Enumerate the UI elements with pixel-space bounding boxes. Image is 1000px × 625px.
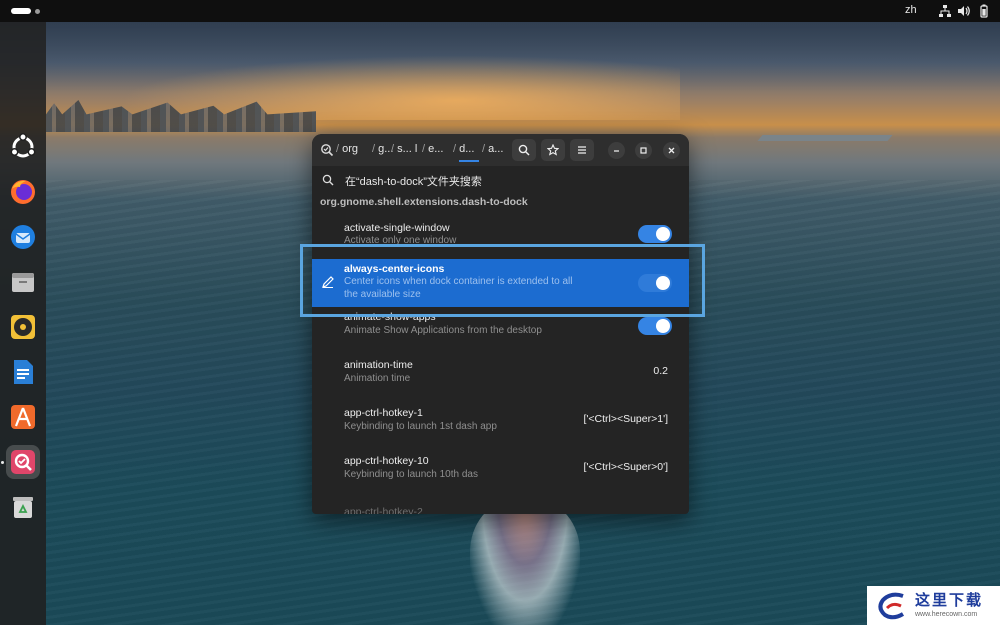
star-icon bbox=[547, 144, 559, 156]
dconf-path-icon bbox=[321, 144, 334, 157]
search-bar[interactable]: 在“dash-to-dock”文件夹搜索 bbox=[312, 166, 689, 194]
toggle-knob bbox=[656, 227, 670, 241]
search-field-icon bbox=[322, 174, 334, 186]
watermark-url: www.herecown.com bbox=[915, 611, 978, 618]
dock-item-app-center[interactable] bbox=[6, 400, 40, 434]
breadcrumb-dash-to-dock[interactable]: / d... bbox=[453, 143, 474, 155]
volume-icon[interactable] bbox=[957, 4, 971, 18]
dock-item-thunderbird[interactable] bbox=[6, 220, 40, 254]
search-button[interactable] bbox=[512, 139, 536, 161]
toggle-switch[interactable] bbox=[638, 274, 672, 292]
minimize-button[interactable] bbox=[608, 142, 625, 159]
bookmarks-button[interactable] bbox=[541, 139, 565, 161]
search-input[interactable]: 在“dash-to-dock”文件夹搜索 bbox=[345, 173, 482, 189]
minimize-icon bbox=[614, 150, 619, 152]
dock bbox=[0, 22, 46, 625]
search-icon bbox=[518, 144, 530, 156]
key-description: Animation time bbox=[344, 373, 411, 384]
header-bar: / org / g... / s... l / e... / d... / a.… bbox=[312, 134, 689, 166]
dconf-editor-window: / org / g... / s... l / e... / d... / a.… bbox=[312, 134, 689, 514]
dock-item-dconf-editor[interactable] bbox=[6, 445, 40, 479]
wallpaper-ship-wake bbox=[470, 500, 580, 625]
hamburger-menu-icon bbox=[578, 146, 586, 154]
key-description: Activate only one window bbox=[344, 235, 457, 246]
files-icon bbox=[12, 273, 34, 292]
wallpaper-pier bbox=[757, 135, 893, 141]
dock-item-trash[interactable] bbox=[6, 490, 40, 524]
key-description: Animate Show Applications from the deskt… bbox=[344, 325, 542, 336]
top-bar: zh bbox=[0, 0, 1000, 22]
libreoffice-writer-icon bbox=[14, 360, 33, 384]
breadcrumb-extensions[interactable]: / e... bbox=[422, 143, 443, 155]
list-item[interactable]: animation-time Animation time 0.2 bbox=[312, 354, 689, 402]
breadcrumb-key[interactable]: / a... bbox=[482, 143, 503, 155]
workspace-indicator-active[interactable] bbox=[11, 8, 31, 14]
list-item[interactable]: activate-single-window Activate only one… bbox=[312, 212, 689, 260]
close-icon bbox=[668, 147, 675, 154]
list-item-selected[interactable]: always-center-icons Center icons when do… bbox=[312, 259, 689, 307]
trash-icon bbox=[13, 497, 33, 518]
toggle-switch[interactable] bbox=[638, 317, 672, 335]
key-name: app-ctrl-hotkey-10 bbox=[344, 455, 429, 467]
toggle-knob bbox=[656, 319, 670, 333]
list-item[interactable]: animate-show-apps Animate Show Applicati… bbox=[312, 306, 689, 354]
key-value: ['<Ctrl><Super>1'] bbox=[583, 413, 668, 425]
key-description: Keybinding to launch 1st dash app bbox=[344, 421, 497, 432]
key-name: app-ctrl-hotkey-1 bbox=[344, 407, 423, 419]
key-value: ['<Ctrl><Super>0'] bbox=[583, 461, 668, 473]
dock-item-files[interactable] bbox=[6, 265, 40, 299]
battery-icon[interactable] bbox=[977, 4, 991, 18]
show-apps-ubuntu-button[interactable] bbox=[6, 130, 40, 164]
list-item[interactable]: app-ctrl-hotkey-1 Keybinding to launch 1… bbox=[312, 402, 689, 450]
maximize-icon bbox=[640, 147, 647, 154]
network-icon[interactable] bbox=[938, 4, 952, 18]
toggle-knob bbox=[656, 276, 670, 290]
toggle-switch[interactable] bbox=[638, 225, 672, 243]
firefox-icon bbox=[11, 180, 35, 204]
watermark-logo-icon bbox=[878, 592, 905, 620]
workspace-indicator[interactable] bbox=[35, 9, 40, 14]
dconf-editor-icon bbox=[11, 450, 35, 474]
rhythmbox-icon bbox=[11, 315, 35, 339]
watermark-text: 这里下载 bbox=[915, 591, 984, 609]
dock-item-firefox[interactable] bbox=[6, 175, 40, 209]
input-method-indicator[interactable]: zh bbox=[905, 4, 917, 16]
thunderbird-icon bbox=[11, 225, 35, 249]
maximize-button[interactable] bbox=[635, 142, 652, 159]
key-name: animate-show-apps bbox=[344, 311, 436, 323]
edit-pencil-icon[interactable] bbox=[321, 275, 335, 289]
key-name: always-center-icons bbox=[344, 263, 445, 275]
key-value: 0.2 bbox=[653, 365, 668, 377]
key-name: app-ctrl-hotkey-2 bbox=[344, 506, 423, 514]
dock-item-rhythmbox[interactable] bbox=[6, 310, 40, 344]
key-name: animation-time bbox=[344, 359, 413, 371]
key-name: activate-single-window bbox=[344, 222, 450, 234]
key-description: Center icons when dock container is exte… bbox=[344, 276, 573, 300]
keys-list: activate-single-window Activate only one… bbox=[312, 212, 689, 514]
key-description: Keybinding to launch 10th das bbox=[344, 469, 478, 480]
app-center-icon bbox=[11, 405, 35, 429]
breadcrumb-shell[interactable]: / s... l bbox=[391, 143, 417, 155]
desktop-background: zh / org / g... / s... l / e... / d... /… bbox=[0, 0, 1000, 625]
running-indicator bbox=[1, 461, 4, 464]
main-menu-button[interactable] bbox=[570, 139, 594, 161]
close-button[interactable] bbox=[663, 142, 680, 159]
breadcrumb-org[interactable]: / org bbox=[336, 143, 358, 155]
ubuntu-logo-icon bbox=[10, 133, 36, 158]
watermark: 这里下载 www.herecown.com bbox=[867, 586, 1000, 625]
dock-item-writer[interactable] bbox=[6, 355, 40, 389]
breadcrumb-active-underline bbox=[459, 160, 479, 162]
schema-title: org.gnome.shell.extensions.dash-to-dock bbox=[320, 196, 528, 208]
list-item[interactable]: app-ctrl-hotkey-10 Keybinding to launch … bbox=[312, 450, 689, 498]
list-item[interactable]: app-ctrl-hotkey-2 bbox=[312, 502, 689, 514]
